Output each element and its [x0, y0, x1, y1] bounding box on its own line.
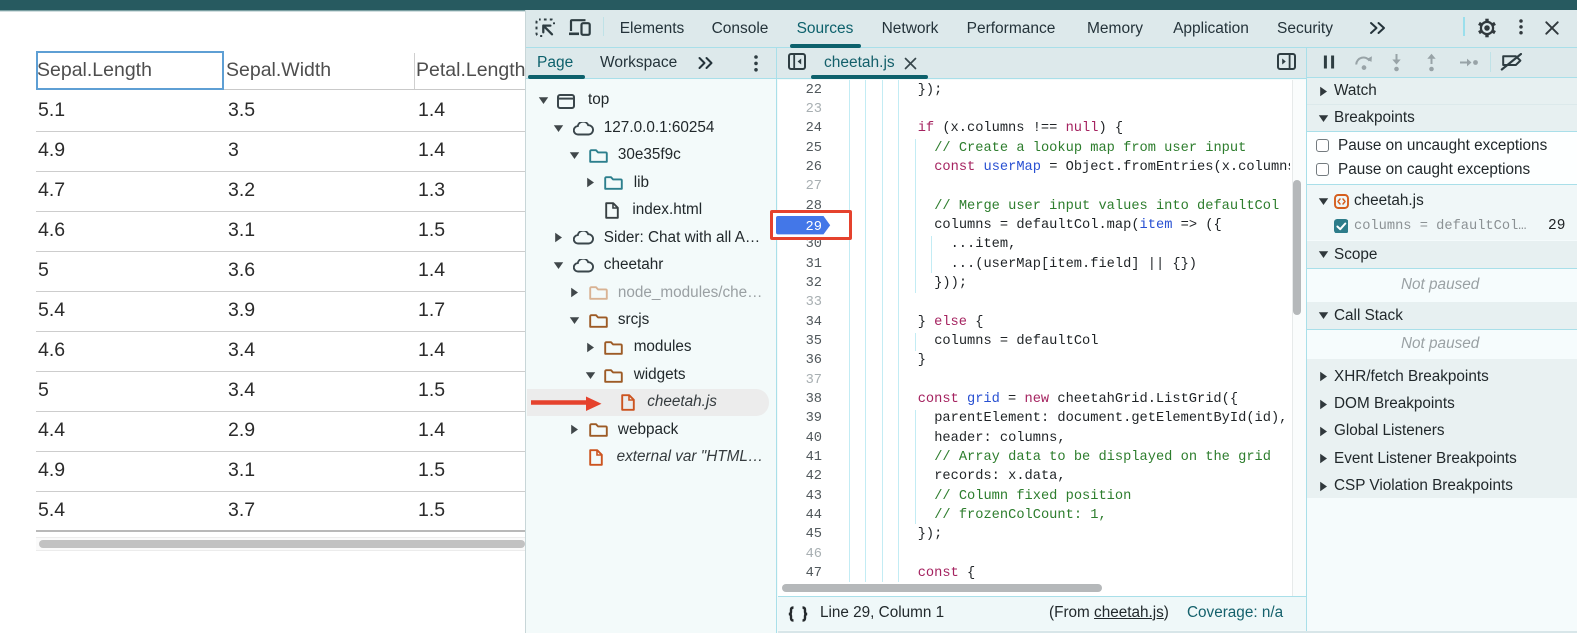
- svg-text:29: 29: [806, 221, 822, 235]
